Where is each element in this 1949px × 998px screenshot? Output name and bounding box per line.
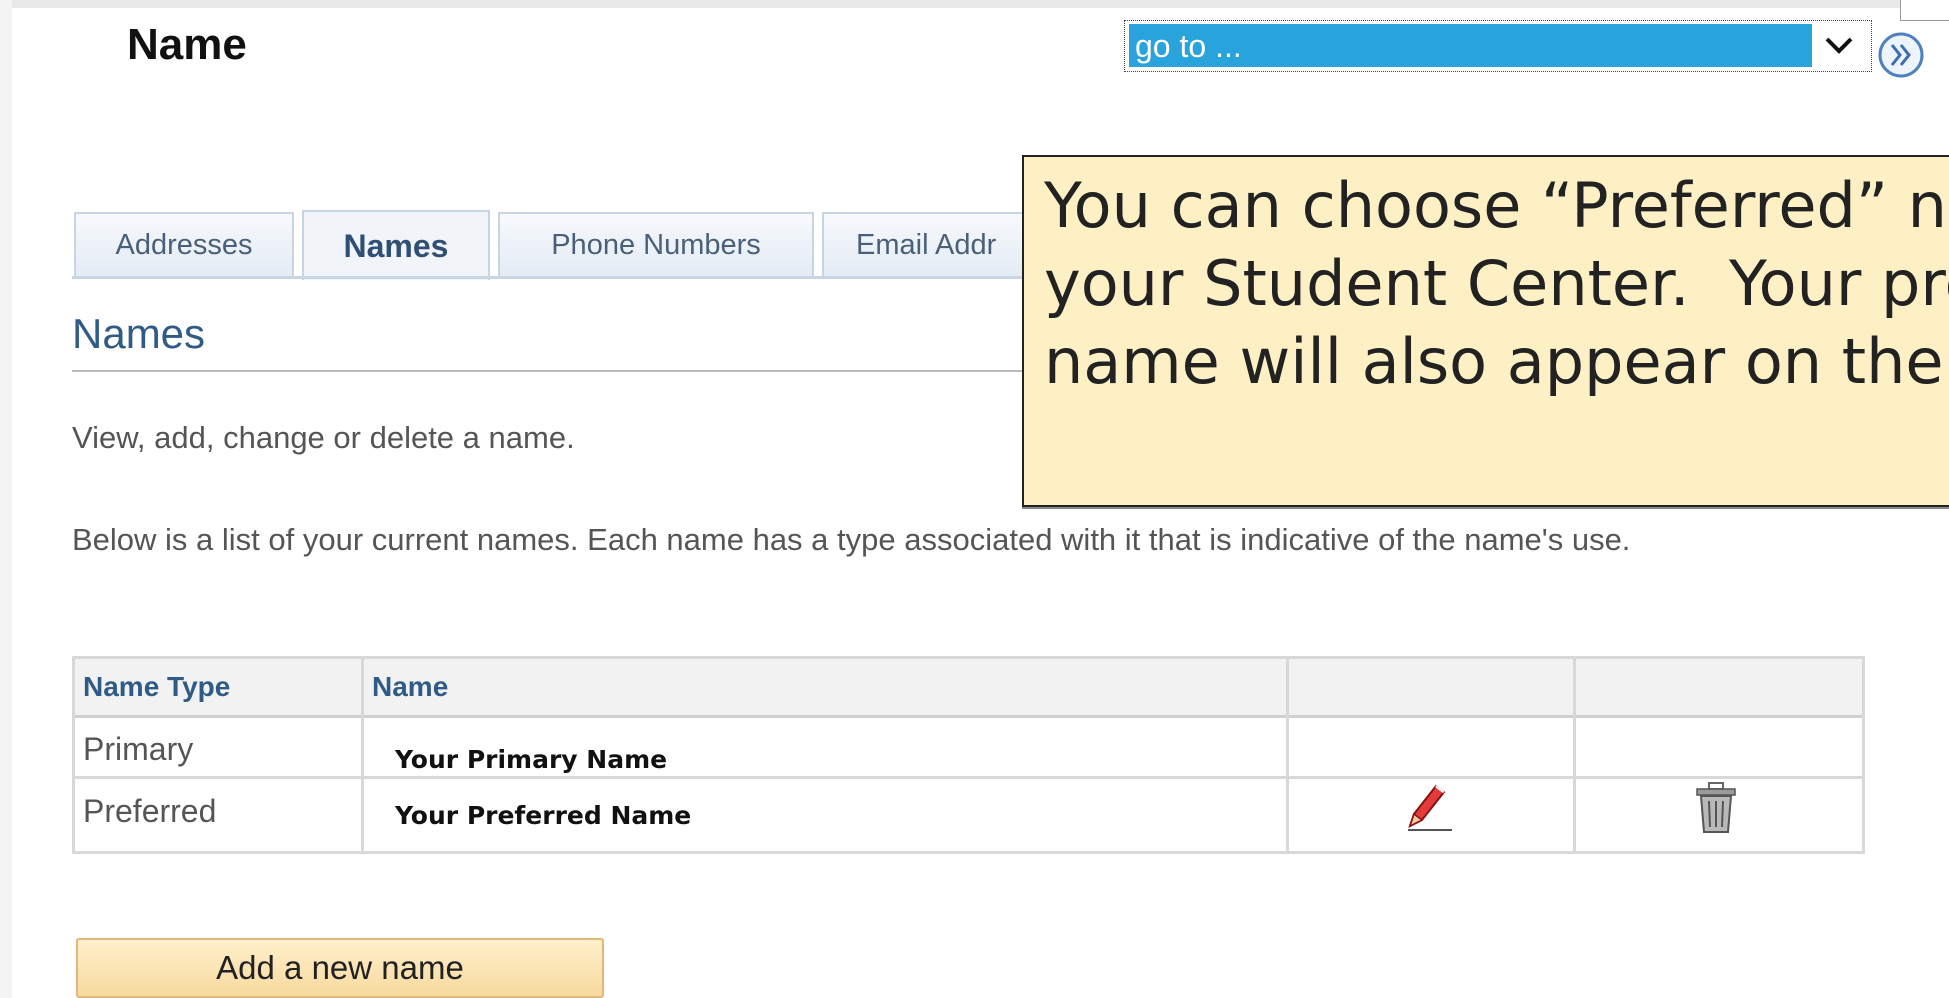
column-header-name: Name [372,671,449,702]
column-divider [361,659,364,851]
tab-label: Names [343,227,449,264]
goto-dropdown[interactable]: go to ... [1124,20,1872,72]
tab-phone-numbers[interactable]: Phone Numbers [498,212,814,276]
goto-selected-option: go to ... [1129,24,1812,67]
names-table: Name Type Name Primary Your Primary Name… [72,656,1865,854]
column-header-name-type: Name Type [83,671,231,702]
window-left-border [0,0,12,998]
section-title: Names [72,310,206,357]
tab-names[interactable]: Names [302,210,490,280]
pencil-icon[interactable] [1400,780,1454,834]
trash-icon[interactable] [1694,782,1738,834]
intro-text: View, add, change or delete a name. [72,420,575,455]
goto-selected-label: go to ... [1135,28,1242,64]
table-row-primary-name: Your Primary Name [395,745,668,774]
go-button-double-chevron-icon[interactable] [1876,30,1926,80]
tab-label: Email Addr [856,228,997,261]
window-top-border [0,0,1949,8]
instruction-callout: You can choose “Preferred” na your Stude… [1022,155,1949,507]
window-corner [1900,0,1949,21]
description-text: Below is a list of your current names. E… [72,522,1631,557]
table-row-preferred-name: Your Preferred Name [395,801,692,830]
table-row-primary-type: Primary [83,731,194,767]
page-title: Name [127,20,247,69]
tab-underline [72,276,1082,279]
table-header [75,659,1862,718]
tab-addresses[interactable]: Addresses [74,212,294,276]
dropdown-arrow[interactable] [1812,24,1867,67]
tab-label: Addresses [115,228,253,261]
callout-text: You can choose “Preferred” na your Stude… [1044,169,1949,398]
column-divider [1286,659,1289,851]
table-row-preferred-type: Preferred [83,793,217,829]
chevron-down-icon [1825,37,1853,54]
add-new-name-button[interactable]: Add a new name [76,938,604,998]
tab-label: Phone Numbers [551,228,761,261]
column-divider [1573,659,1576,851]
